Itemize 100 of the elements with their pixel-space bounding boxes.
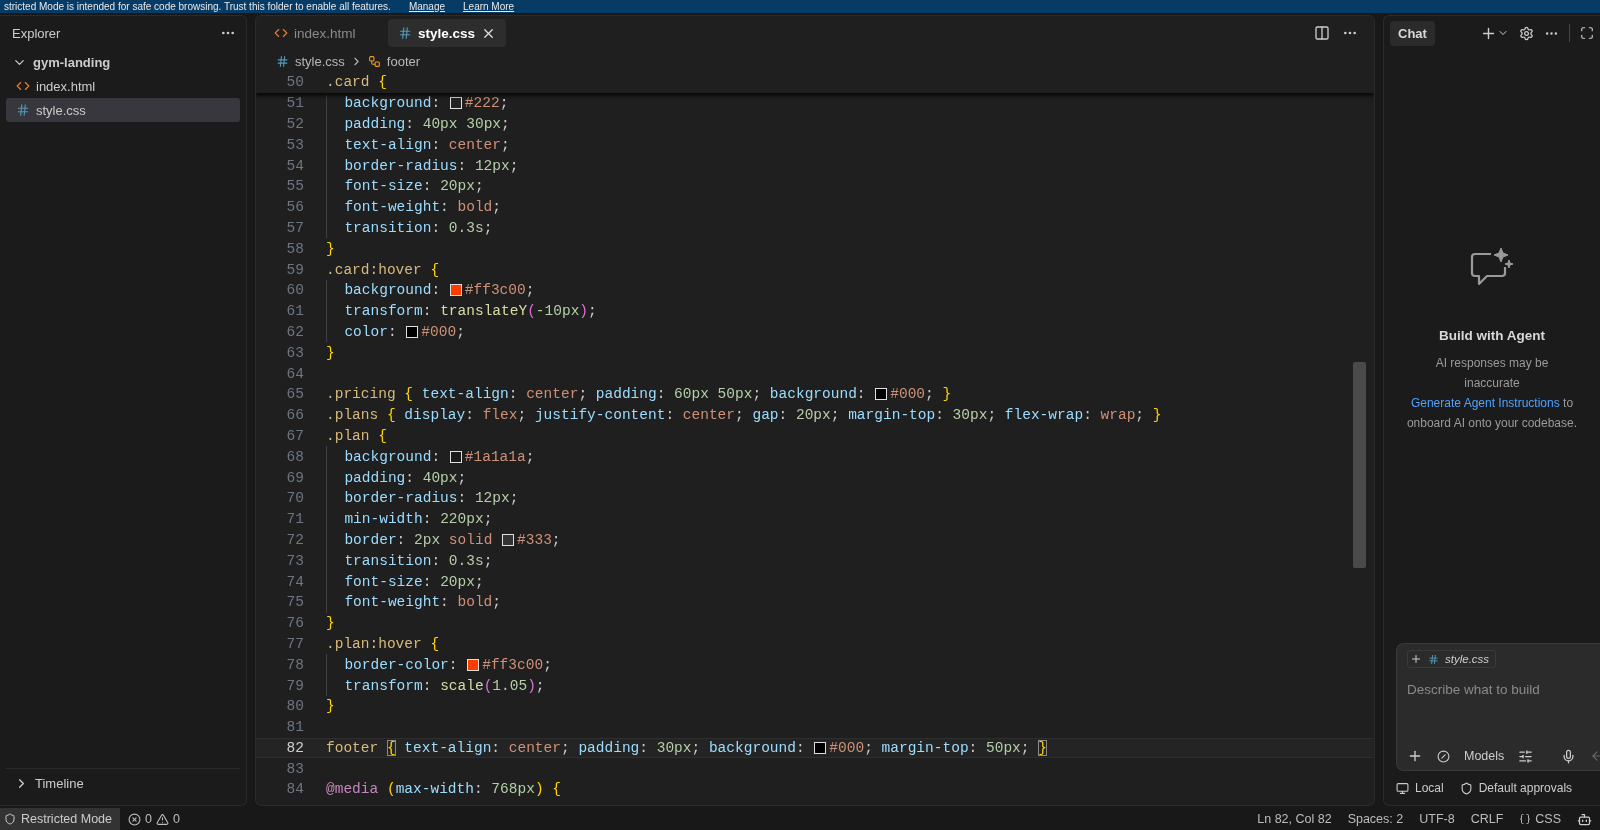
code-text: #222; [464, 95, 509, 112]
line-number: 80 [285, 698, 304, 715]
line-number: 66 [285, 407, 304, 424]
monitor-icon [1396, 781, 1409, 795]
timeline-section[interactable]: Timeline [6, 768, 240, 797]
code-text: #ff3c00; [464, 282, 535, 299]
code-text: .card { [326, 74, 387, 91]
line-number: 53 [285, 136, 304, 153]
code-text: color: [344, 323, 398, 340]
symbol-icon [367, 54, 381, 68]
microphone-icon[interactable] [1561, 748, 1577, 764]
plus-icon[interactable] [1407, 748, 1423, 764]
error-icon[interactable] [128, 812, 141, 826]
status-item[interactable]: CSS [1511, 812, 1569, 826]
code-text: transition: 0.3s; [344, 552, 493, 569]
color-swatch[interactable] [814, 741, 827, 754]
settings-icon[interactable] [1519, 25, 1534, 41]
bot-icon[interactable] [1577, 811, 1592, 827]
attachment-chip[interactable]: style.css [1407, 650, 1497, 668]
code-text: border: 2px solid [344, 531, 494, 548]
status-item[interactable]: UTF-8 [1411, 812, 1463, 826]
file-item[interactable]: style.css [6, 98, 240, 122]
code-text: min-width: 220px; [344, 511, 493, 528]
line-number: 71 [285, 511, 304, 528]
code-text: #000; [421, 323, 465, 340]
color-swatch[interactable] [875, 388, 888, 401]
scrollbar-thumb[interactable] [1353, 362, 1366, 568]
line-number: 84 [285, 781, 304, 798]
code-text: .plan { [326, 427, 387, 444]
line-number: 55 [285, 178, 304, 195]
status-item[interactable]: Spaces: 2 [1339, 812, 1412, 826]
instructions-link[interactable]: Generate Agent Instructions [1410, 396, 1560, 410]
line-number: 62 [285, 323, 304, 340]
file-item[interactable]: index.html [6, 74, 240, 98]
line-number: 57 [285, 219, 304, 236]
line-number: 79 [285, 677, 304, 694]
code-text: .pricing { text-align: center; padding: 60px 50px; background: [326, 386, 867, 403]
line-number: 51 [285, 95, 304, 112]
line-number: 68 [285, 448, 304, 465]
color-swatch[interactable] [406, 325, 419, 338]
line-number: 61 [285, 303, 304, 320]
breadcrumb-item[interactable]: footer [367, 53, 421, 69]
split-editor-icon[interactable] [1314, 25, 1330, 41]
code-text: #333; [517, 531, 561, 548]
code-icon [16, 79, 30, 93]
circle-slash-icon[interactable] [1437, 749, 1450, 763]
line-number: 83 [285, 760, 304, 777]
color-swatch[interactable] [502, 533, 515, 546]
color-swatch[interactable] [449, 97, 462, 110]
banner-link[interactable]: Manage [408, 0, 445, 13]
line-number: 78 [285, 656, 304, 673]
editor-tab[interactable]: style.css [388, 19, 507, 47]
line-number: 50 [285, 74, 304, 91]
models-button[interactable]: Models [1464, 749, 1505, 763]
editor-tab[interactable]: index.html [264, 19, 384, 47]
restricted-mode-item[interactable]: Restricted Mode [0, 808, 120, 830]
warning-count[interactable]: 0 [172, 812, 180, 826]
chat-footer-item[interactable]: Default approvals [1459, 781, 1573, 795]
code-text: font-size: 20px; [344, 573, 484, 590]
line-number: 81 [285, 719, 304, 736]
banner-link[interactable]: Learn More [463, 0, 515, 13]
code-text: #000; } [890, 386, 952, 403]
warning-icon[interactable] [155, 812, 169, 826]
code-text: transform: translateY(-10px); [344, 303, 597, 320]
shield-icon [4, 813, 16, 825]
breadcrumb-item[interactable]: style.css [276, 53, 345, 69]
line-number: 59 [285, 261, 304, 278]
code-text: background: [344, 282, 442, 299]
code-text: } [326, 698, 335, 715]
chat-footer-item[interactable]: Local [1396, 781, 1444, 795]
chat-input[interactable]: Describe what to build [1407, 682, 1587, 697]
banner-text: stricted Mode is intended for safe code browsing. Trust this folder to enable all features. [4, 0, 391, 13]
code-text: } [326, 615, 335, 632]
folder-item[interactable]: gym-landing [6, 50, 240, 74]
line-number: 77 [285, 635, 304, 652]
line-number: 56 [285, 199, 304, 216]
code-text: #1a1a1a; [464, 448, 535, 465]
arrow-left-icon[interactable] [1590, 749, 1600, 763]
sliders-icon[interactable] [1518, 748, 1534, 764]
code-text: #000; margin-top: 50px; } [829, 739, 1047, 756]
code-text: @media (max-width: 768px) { [326, 781, 561, 798]
hash-icon [398, 26, 412, 40]
status-item[interactable]: Ln 82, Col 82 [1249, 812, 1340, 826]
color-swatch[interactable] [449, 284, 462, 297]
line-number: 73 [285, 552, 304, 569]
line-number: 63 [285, 344, 304, 361]
chat-tab[interactable]: Chat [1390, 20, 1435, 46]
maximize-icon[interactable] [1580, 26, 1594, 40]
color-swatch[interactable] [449, 450, 462, 463]
color-swatch[interactable] [467, 658, 480, 671]
code-text: font-weight: bold; [344, 594, 502, 611]
status-item[interactable]: CRLF [1462, 812, 1512, 826]
code-text: border-radius: 12px; [344, 157, 519, 174]
line-number: 72 [285, 531, 304, 548]
error-count[interactable]: 0 [145, 812, 152, 826]
code-text: background: [344, 448, 442, 465]
line-number: 70 [285, 490, 304, 507]
code-text: } [326, 344, 335, 361]
code-text: } [326, 240, 335, 257]
code-text: padding: 40px; [344, 469, 467, 486]
